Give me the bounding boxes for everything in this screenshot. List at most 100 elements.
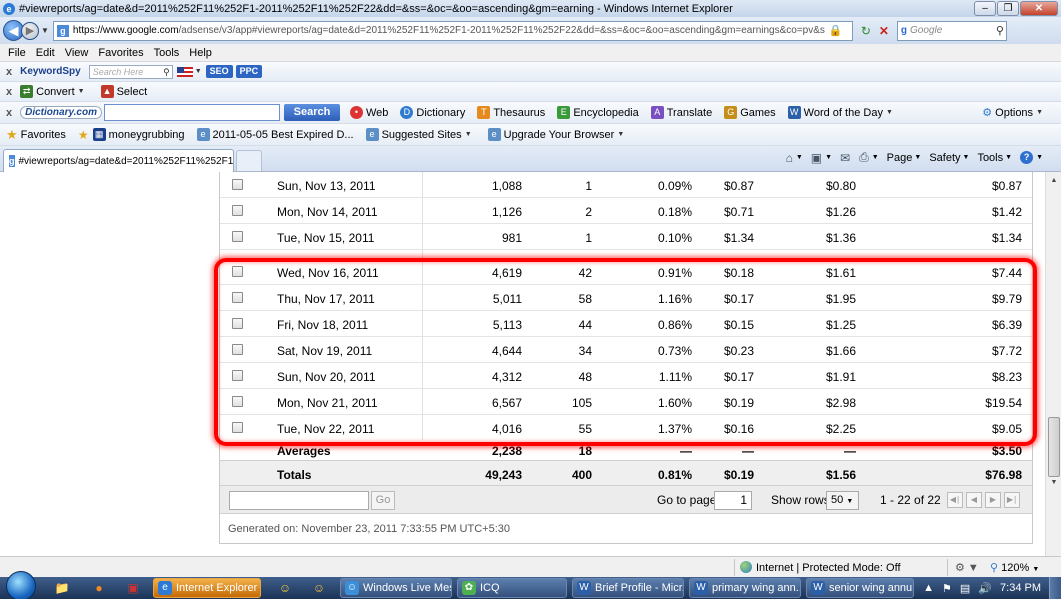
home-button[interactable]: ⌂ ▼ — [786, 151, 803, 165]
tray-arrow-icon[interactable]: ▲ — [923, 582, 934, 594]
chevron-down-icon[interactable]: ▼ — [78, 88, 85, 95]
dict-translate-link[interactable]: A Translate — [650, 106, 712, 119]
convert-button[interactable]: ⇄ Convert ▼ — [20, 85, 88, 98]
row-checkbox[interactable] — [232, 231, 243, 242]
dict-games-link[interactable]: G Games — [724, 106, 776, 119]
fav-suggested-sites[interactable]: e Suggested Sites ▼ — [365, 128, 476, 141]
menu-tools[interactable]: Tools — [154, 47, 180, 59]
security-zone[interactable]: Internet | Protected Mode: Off — [740, 561, 901, 574]
taskbar-internet-explorer[interactable]: e Internet Explorer — [153, 578, 261, 598]
taskbar-icq[interactable]: ✿ ICQ — [457, 578, 567, 598]
taskbar-senior-wing[interactable]: Wsenior wing annu... — [806, 578, 914, 598]
rows-per-page-select[interactable]: 50 ▼ — [826, 491, 859, 510]
taskbar-brief-profile[interactable]: W Brief Profile - Micr... — [572, 578, 684, 598]
page-number-input[interactable]: 1 — [714, 491, 752, 510]
dictionary-search-button[interactable]: Search — [284, 104, 340, 121]
help-button[interactable]: ? ▼ — [1020, 151, 1043, 164]
table-row[interactable]: Tue, Nov 22, 2011 4,016 55 1.37% $0.16 $… — [220, 415, 1032, 441]
protected-mode-icon[interactable]: ⚙ ▼ — [955, 561, 979, 574]
print-button[interactable]: ⎙ ▼ — [859, 150, 879, 165]
forward-button[interactable]: ▶ — [21, 21, 39, 40]
menu-help[interactable]: Help — [189, 47, 212, 59]
first-page-button[interactable]: ◀∣ — [947, 492, 963, 508]
keywordspy-logo[interactable]: KeywordSpy — [20, 66, 81, 77]
keywordspy-search-input[interactable]: Search Here ⚲ — [88, 64, 173, 79]
close-toolbar-icon[interactable]: x — [6, 66, 12, 78]
address-url[interactable]: https://www.google.com/adsense/v3/app#vi… — [73, 25, 825, 36]
dict-web-link[interactable]: • Web — [350, 106, 388, 119]
recent-pages-dropdown[interactable]: ▼ — [41, 26, 49, 35]
table-row[interactable]: Thu, Nov 17, 2011 5,011 58 1.16% $0.17 $… — [220, 285, 1032, 311]
tab-adsense-report[interactable]: g #viewreports/ag=date&d=2011%252F11%252… — [3, 149, 234, 172]
menu-file[interactable]: File — [8, 47, 26, 59]
scroll-down-icon[interactable]: ▼ — [1047, 476, 1061, 490]
taskbar-primary-wing[interactable]: Wprimary wing ann... — [689, 578, 801, 598]
dict-dictionary-link[interactable]: D Dictionary — [400, 106, 465, 119]
table-row[interactable]: Mon, Nov 21, 2011 6,567 105 1.60% $0.19 … — [220, 389, 1032, 415]
mail-button[interactable]: ✉ — [840, 151, 851, 165]
dict-thesaurus-link[interactable]: T Thesaurus — [477, 106, 545, 119]
last-page-button[interactable]: ▶∣ — [1004, 492, 1020, 508]
folder-icon[interactable]: 📁 — [54, 580, 70, 596]
messenger-icon[interactable]: ☺ — [311, 580, 327, 596]
search-icon[interactable]: ⚲ — [996, 24, 1004, 37]
search-box[interactable]: g Google ⚲ — [896, 20, 1007, 41]
search-icon[interactable]: ⚲ — [163, 66, 170, 78]
minimize-button[interactable]: – — [974, 1, 996, 16]
app-icon[interactable]: ▣ — [125, 580, 141, 596]
fav-expired-domains[interactable]: e 2011-05-05 Best Expired D... — [196, 128, 354, 141]
volume-icon[interactable]: 🔊 — [978, 582, 992, 595]
row-checkbox[interactable] — [232, 396, 243, 407]
go-button[interactable]: Go — [371, 491, 395, 510]
scroll-up-icon[interactable]: ▲ — [1047, 174, 1061, 188]
row-checkbox[interactable] — [232, 344, 243, 355]
row-checkbox[interactable] — [232, 266, 243, 277]
row-checkbox[interactable] — [232, 205, 243, 216]
fav-upgrade-browser[interactable]: e Upgrade Your Browser ▼ — [487, 128, 629, 141]
feeds-button[interactable]: ▣ ▼ — [811, 151, 832, 165]
row-checkbox[interactable] — [232, 292, 243, 303]
table-row[interactable]: Wed, Nov 16, 2011 4,619 42 0.91% $0.18 $… — [220, 259, 1032, 285]
ppc-button[interactable]: PPC — [235, 65, 263, 78]
menu-favorites[interactable]: Favorites — [98, 47, 143, 59]
show-desktop-button[interactable] — [1049, 577, 1061, 599]
previous-page-button[interactable]: ◀ — [966, 492, 982, 508]
options-menu[interactable]: ⚙ Options ▼ — [982, 106, 1047, 120]
table-row[interactable]: Fri, Nov 18, 2011 5,113 44 0.86% $0.15 $… — [220, 311, 1032, 337]
tray-flag-icon[interactable]: ⚑ — [942, 582, 952, 595]
smiley-icon[interactable]: ☺ — [277, 580, 293, 596]
network-icon[interactable]: ▤ — [960, 582, 970, 595]
row-checkbox[interactable] — [232, 422, 243, 433]
fav-moneygrubbing[interactable]: ▦ moneygrubbing — [92, 128, 185, 141]
table-row[interactable]: Sun, Nov 13, 2011 1,088 1 0.09% $0.87 $0… — [220, 172, 1032, 198]
close-toolbar-icon[interactable]: x — [6, 86, 12, 98]
table-row[interactable]: Sun, Nov 20, 2011 4,312 48 1.11% $0.17 $… — [220, 363, 1032, 389]
add-favorite-icon[interactable]: ★ — [78, 128, 89, 142]
tools-menu[interactable]: Tools ▼ — [977, 152, 1012, 164]
row-checkbox[interactable] — [232, 318, 243, 329]
dictionary-logo[interactable]: Dictionary.com — [20, 106, 102, 119]
scroll-thumb[interactable] — [1048, 417, 1060, 477]
page-menu[interactable]: Page ▼ — [887, 152, 922, 164]
close-toolbar-icon[interactable]: x — [6, 107, 12, 119]
lock-icon[interactable]: 🔒 — [829, 24, 843, 37]
menu-edit[interactable]: Edit — [36, 47, 55, 59]
table-row[interactable]: Mon, Nov 14, 2011 1,126 2 0.18% $0.71 $1… — [220, 198, 1032, 224]
dictionary-search-input[interactable] — [104, 104, 280, 121]
firefox-icon[interactable]: ● — [91, 580, 107, 596]
seo-button[interactable]: SEO — [205, 65, 233, 78]
clock[interactable]: 7:34 PM — [1000, 582, 1041, 594]
filter-input[interactable] — [229, 491, 369, 510]
table-row[interactable]: Sat, Nov 19, 2011 4,644 34 0.73% $0.23 $… — [220, 337, 1032, 363]
chevron-down-icon[interactable]: ▼ — [195, 68, 202, 75]
chevron-down-icon[interactable]: ▼ — [886, 109, 893, 116]
us-flag-icon[interactable] — [176, 66, 193, 77]
dict-encyclopedia-link[interactable]: E Encyclopedia — [557, 106, 639, 119]
row-checkbox[interactable] — [232, 370, 243, 381]
maximize-button[interactable]: ❐ — [997, 1, 1019, 16]
new-tab-button[interactable] — [236, 150, 262, 171]
table-row[interactable]: Tue, Nov 15, 2011 981 1 0.10% $1.34 $1.3… — [220, 224, 1032, 250]
refresh-icon[interactable]: ↻ — [857, 22, 875, 40]
start-button[interactable] — [6, 571, 36, 599]
address-bar[interactable]: g https://www.google.com/adsense/v3/app#… — [52, 20, 853, 41]
